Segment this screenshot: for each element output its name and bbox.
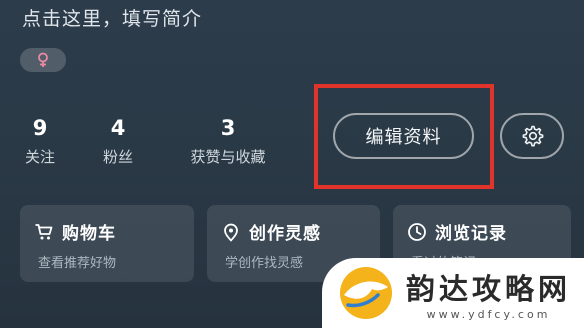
gear-icon	[522, 125, 544, 147]
lightbulb-pin-icon	[224, 223, 238, 241]
watermark-logo-icon	[340, 267, 392, 319]
stat-followers[interactable]: 4 粉丝	[98, 116, 138, 167]
cart-icon	[35, 223, 53, 239]
edit-profile-button[interactable]: 编辑资料	[333, 113, 474, 159]
stat-following-label: 关注	[24, 148, 55, 166]
stat-followers-label: 粉丝	[102, 148, 133, 166]
stat-likes-label: 获赞与收藏	[190, 148, 266, 166]
site-watermark: 韵达攻略网 www.ydfcy.com	[322, 258, 584, 328]
stat-followers-count: 4	[110, 116, 126, 140]
gender-badge	[20, 48, 66, 72]
card-title-inspiration: 创作灵感	[249, 224, 321, 244]
clock-icon	[408, 222, 426, 241]
stat-likes-count: 3	[220, 116, 236, 140]
card-subtitle-cart: 查看推荐好物	[38, 256, 117, 271]
bio-prompt[interactable]: 点击这里，填写简介	[22, 4, 202, 31]
watermark-url: www.ydfcy.com	[426, 307, 551, 321]
stat-following[interactable]: 9 关注	[22, 116, 58, 167]
card-shopping-cart[interactable]: 购物车 查看推荐好物	[20, 205, 194, 282]
settings-button[interactable]	[500, 113, 564, 159]
female-symbol-icon	[38, 52, 48, 67]
card-title-cart: 购物车	[62, 224, 116, 244]
stat-following-count: 9	[32, 116, 48, 140]
card-title-history: 浏览记录	[435, 224, 507, 244]
stat-likes-favorites[interactable]: 3 获赞与收藏	[180, 116, 276, 167]
watermark-name: 韵达攻略网	[406, 271, 572, 306]
